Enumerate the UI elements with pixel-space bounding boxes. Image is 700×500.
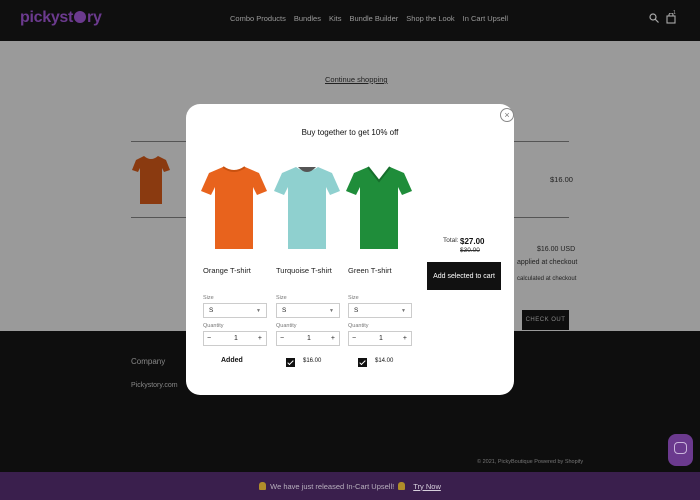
size-label: Size: [276, 295, 287, 301]
footer-link[interactable]: Pickystory.com: [131, 382, 178, 389]
product-name: Turquoise T-shirt: [276, 266, 332, 275]
chat-icon: [674, 442, 687, 454]
nav-in-cart-upsell[interactable]: In Cart Upsell: [463, 14, 508, 23]
nav-combo-products[interactable]: Combo Products: [230, 14, 286, 23]
cart-count: 1: [673, 10, 676, 16]
size-select[interactable]: S ▼: [276, 303, 340, 318]
subtotal: $16.00 USD: [537, 246, 576, 253]
product-name: Green T-shirt: [348, 266, 392, 275]
discount-note: applied at checkout: [517, 259, 578, 266]
chevron-down-icon: ▼: [329, 308, 334, 314]
nav-kits[interactable]: Kits: [329, 14, 342, 23]
line-item-price: $16.00: [550, 175, 573, 184]
announcement-text: We have just released In-Cart Upsell!: [270, 481, 395, 491]
bell-icon: [398, 482, 406, 490]
search-icon[interactable]: [649, 13, 659, 26]
size-label: Size: [348, 295, 359, 301]
product-card: Green T-shirt Size S ▼ Quantity − 1 + $14…: [346, 161, 412, 367]
quantity-stepper[interactable]: − 1 +: [203, 331, 267, 346]
chat-widget-button[interactable]: [668, 434, 693, 466]
size-label: Size: [203, 295, 214, 301]
nav-shop-the-look[interactable]: Shop the Look: [406, 14, 454, 23]
bell-icon: [259, 482, 267, 490]
chevron-down-icon: ▼: [256, 308, 261, 314]
product-price: $14.00: [375, 358, 394, 364]
modal-title: Buy together to get 10% off: [301, 128, 399, 137]
quantity-label: Quantity: [203, 323, 224, 329]
add-selected-to-cart-button[interactable]: Add selected to cart: [427, 262, 501, 290]
cart-item-thumbnail[interactable]: [132, 154, 170, 206]
nav-bundle-builder[interactable]: Bundle Builder: [349, 14, 398, 23]
main-nav: Combo Products Bundles Kits Bundle Build…: [230, 14, 508, 23]
added-status: Added: [221, 357, 243, 364]
product-name: Orange T-shirt: [203, 266, 251, 275]
footer-heading: Company: [131, 357, 166, 366]
paw-icon: [74, 11, 87, 23]
quantity-label: Quantity: [348, 323, 369, 329]
size-select[interactable]: S ▼: [203, 303, 267, 318]
product-image[interactable]: [201, 161, 267, 253]
close-icon[interactable]: ×: [500, 108, 514, 122]
continue-shopping-link[interactable]: Continue shopping: [325, 75, 388, 84]
checkout-button[interactable]: CHECK OUT: [522, 310, 569, 330]
total-label: Total:: [443, 237, 459, 244]
product-price: $16.00: [303, 358, 322, 364]
nav-bundles[interactable]: Bundles: [294, 14, 321, 23]
chevron-down-icon: ▼: [401, 308, 406, 314]
quantity-stepper[interactable]: − 1 +: [348, 331, 412, 346]
logo[interactable]: pickyst ry: [20, 9, 102, 27]
plus-icon[interactable]: +: [258, 332, 262, 345]
quantity-label: Quantity: [276, 323, 297, 329]
select-checkbox[interactable]: [286, 358, 295, 367]
size-select[interactable]: S ▼: [348, 303, 412, 318]
quantity-stepper[interactable]: − 1 +: [276, 331, 340, 346]
tax-note: calculated at checkout: [517, 276, 577, 282]
try-now-link[interactable]: Try Now: [413, 482, 441, 491]
product-card: Orange T-shirt Size S ▼ Quantity − 1 + Ad…: [201, 161, 267, 364]
product-image[interactable]: [274, 161, 340, 253]
plus-icon[interactable]: +: [331, 332, 335, 345]
total-price: $27.00: [460, 237, 485, 246]
product-image[interactable]: [346, 161, 412, 253]
bundle-modal: × Buy together to get 10% off Orange T-s…: [186, 104, 514, 395]
announcement-bar: We have just released In-Cart Upsell! Tr…: [0, 472, 700, 500]
site-header: pickyst ry Combo Products Bundles Kits Bu…: [0, 0, 700, 41]
plus-icon[interactable]: +: [403, 332, 407, 345]
copyright: © 2021, PickyBoutique Powered by Shopify: [477, 459, 584, 465]
original-price: $30.00: [460, 247, 480, 254]
select-checkbox[interactable]: [358, 358, 367, 367]
product-card: Turquoise T-shirt Size S ▼ Quantity − 1 +…: [274, 161, 340, 367]
